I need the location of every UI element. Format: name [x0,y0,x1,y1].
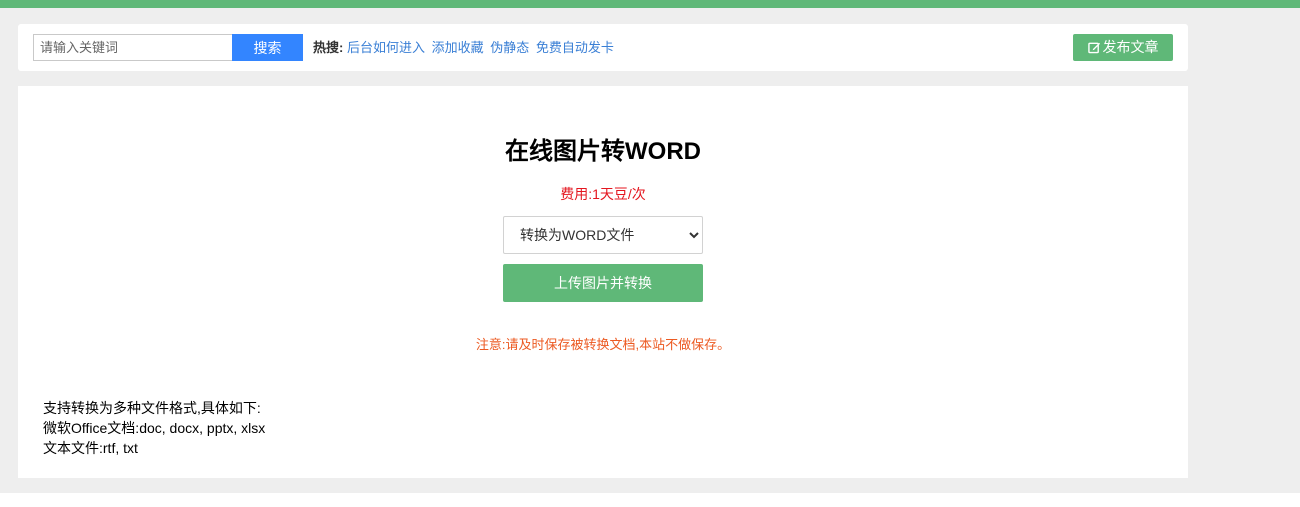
search-button[interactable]: 搜索 [232,34,303,61]
support-line-intro: 支持转换为多种文件格式,具体如下: [43,400,261,416]
supported-formats: 支持转换为多种文件格式,具体如下: 微软Office文档:doc, docx, … [43,398,265,458]
hot-link-free-auto-card[interactable]: 免费自动发卡 [536,40,614,55]
format-select[interactable]: 转换为WORD文件 [503,216,703,254]
upload-convert-button[interactable]: 上传图片并转换 [503,264,703,302]
fee-text: 费用:1天豆/次 [560,186,646,202]
publish-article-label: 发布文章 [1102,39,1159,55]
hot-link-add-favorite[interactable]: 添加收藏 [432,40,484,55]
publish-article-button[interactable]: 发布文章 [1073,34,1173,61]
converter-panel: 在线图片转WORD 费用:1天豆/次 转换为WORD文件 上传图片并转换 注意:… [18,86,1188,478]
search-bar: 搜索 热搜: 后台如何进入 添加收藏 伪静态 免费自动发卡 发布文章 [18,24,1188,71]
support-line-text: 文本文件:rtf, txt [43,440,138,456]
hot-label: 热搜: [313,40,344,55]
search-input[interactable] [33,34,233,61]
notice-text: 注意:请及时保存被转换文档,本站不做保存。 [475,337,731,352]
edit-icon [1087,42,1100,54]
page-title: 在线图片转WORD [505,138,701,165]
hot-link-pseudo-static[interactable]: 伪静态 [490,40,529,55]
hot-searches: 热搜: 后台如何进入 添加收藏 伪静态 免费自动发卡 [313,40,617,56]
hot-link-admin-entry[interactable]: 后台如何进入 [347,40,425,55]
top-accent-bar [0,0,1300,8]
support-line-office: 微软Office文档:doc, docx, pptx, xlsx [43,420,266,436]
